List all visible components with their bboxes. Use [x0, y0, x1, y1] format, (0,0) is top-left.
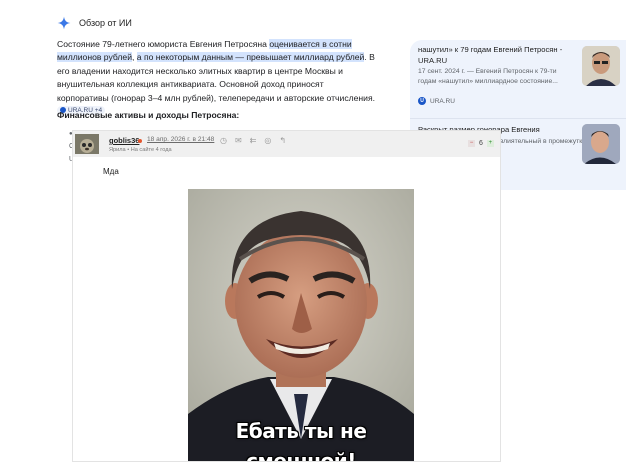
chat-icon[interactable]: ◎	[264, 136, 271, 145]
source-card-site: U URA.RU	[418, 97, 455, 105]
ai-overview-paragraph: Состояние 79-летнего юмориста Евгения Пе…	[57, 38, 375, 118]
ura-logo-icon: U	[418, 97, 426, 105]
clock-icon[interactable]: ◷	[220, 136, 227, 145]
comment-image[interactable]: Ебать ты не смешной!	[188, 189, 414, 461]
highlight-text: а по некоторым данным — превышает миллиа…	[136, 52, 365, 63]
comment-username[interactable]: goblis36	[109, 136, 139, 145]
comment-rating: − 6 +	[468, 140, 494, 147]
meme-caption-line2: смешной!	[246, 449, 356, 461]
comment-block: goblis36 18 апр. 2026 г. в 21:48 ◷ ✉ ⇇ ◎…	[73, 131, 500, 461]
comment-header: goblis36 18 апр. 2026 г. в 21:48 ◷ ✉ ⇇ ◎…	[73, 131, 500, 157]
paragraph-text: Состояние 79-летнего юмориста Евгения Пе…	[57, 39, 270, 49]
meme-caption-line1: Ебать ты не	[235, 419, 367, 443]
reply-all-icon[interactable]: ⇇	[250, 136, 257, 145]
mail-icon[interactable]: ✉	[235, 136, 242, 145]
ai-overview-header: Обзор от ИИ	[57, 16, 132, 30]
avatar[interactable]	[75, 134, 99, 154]
source-card-thumbnail[interactable]	[582, 46, 620, 86]
finance-section-title: Финансовые активы и доходы Петросяна:	[57, 110, 240, 120]
ai-overview-title: Обзор от ИИ	[79, 18, 132, 28]
user-label: Ярила • На сайте 4 года	[109, 147, 172, 153]
source-card-thumbnail[interactable]	[582, 124, 620, 164]
comment-text: Мда	[103, 167, 119, 176]
comment-date[interactable]: 18 апр. 2026 г. в 21:48	[147, 136, 214, 143]
source-card-title[interactable]: нашутил» к 79 годам Евгений Петросян - U…	[418, 45, 568, 66]
upvote-button[interactable]: +	[486, 140, 494, 147]
online-status-icon	[138, 139, 142, 143]
downvote-button[interactable]: −	[468, 140, 475, 147]
user-membership: • На сайте 4 года	[127, 147, 172, 153]
sparkle-icon	[57, 16, 71, 30]
rating-value: 6	[479, 140, 483, 147]
card-divider	[410, 118, 626, 119]
user-rank: Ярила	[109, 147, 126, 153]
reply-icon[interactable]: ↰	[279, 136, 286, 145]
source-card-snippet: 17 сент. 2024 г. — Евгений Петросян к 79…	[418, 68, 558, 85]
comment-actions: ◷ ✉ ⇇ ◎ ↰	[220, 136, 286, 145]
source-card-site-label: URA.RU	[430, 97, 455, 105]
